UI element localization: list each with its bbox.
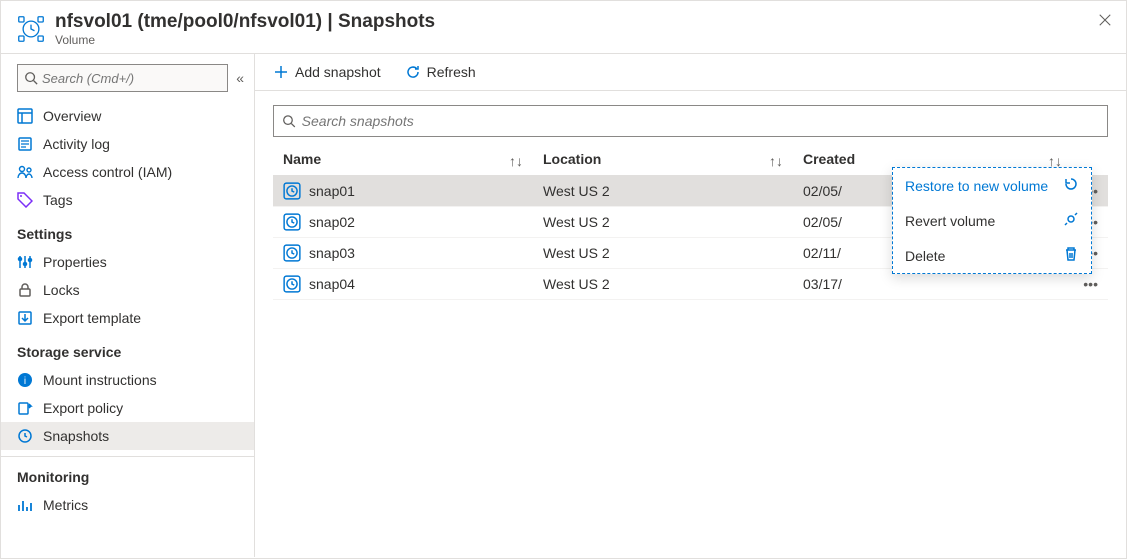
sort-icon: ↑↓ — [509, 153, 523, 169]
sidebar-item-metrics[interactable]: Metrics — [1, 491, 254, 519]
sidebar-item-label: Overview — [43, 108, 101, 124]
snapshot-name: snap02 — [309, 214, 355, 230]
snapshot-name: snap04 — [309, 276, 355, 292]
ctx-revert-volume[interactable]: Revert volume — [893, 203, 1091, 238]
snapshot-row-icon — [283, 182, 301, 200]
toolbar: Add snapshot Refresh — [255, 54, 1126, 91]
sidebar-group-monitoring: Monitoring — [1, 457, 254, 491]
page-title: nfsvol01 (tme/pool0/nfsvol01) | Snapshot… — [55, 11, 1110, 33]
sidebar-item-export-policy[interactable]: Export policy — [1, 394, 254, 422]
main-content: Add snapshot Refresh Name ↑↓ — [255, 54, 1126, 557]
metrics-icon — [17, 497, 33, 513]
sidebar-item-label: Properties — [43, 254, 107, 270]
sidebar-item-label: Export policy — [43, 400, 123, 416]
ctx-restore-to-new-volume[interactable]: Restore to new volume — [893, 168, 1091, 203]
add-snapshot-button[interactable]: Add snapshot — [273, 64, 381, 80]
delete-icon — [1063, 246, 1079, 265]
svg-text:i: i — [24, 376, 26, 387]
sidebar-item-label: Tags — [43, 192, 73, 208]
snapshots-icon — [17, 428, 33, 444]
refresh-button[interactable]: Refresh — [405, 64, 476, 80]
restore-icon — [1063, 176, 1079, 195]
snapshot-row-icon — [283, 275, 301, 293]
sidebar-search-input[interactable] — [42, 71, 221, 86]
snapshot-row-icon — [283, 244, 301, 262]
sidebar: « Overview Activity log Access control (… — [1, 54, 255, 557]
sidebar-item-properties[interactable]: Properties — [1, 248, 254, 276]
snapshot-row-icon — [283, 213, 301, 231]
context-menu: Restore to new volume Revert volume Dele… — [892, 167, 1092, 274]
export-policy-icon — [17, 400, 33, 416]
page-subtitle: Volume — [55, 33, 1110, 47]
snapshot-search-input[interactable] — [302, 113, 1099, 129]
snapshot-location: West US 2 — [533, 238, 793, 269]
ctx-delete[interactable]: Delete — [893, 238, 1091, 273]
sidebar-item-label: Activity log — [43, 136, 110, 152]
activity-log-icon — [17, 136, 33, 152]
properties-icon — [17, 254, 33, 270]
snapshot-name: snap01 — [309, 183, 355, 199]
sidebar-item-label: Metrics — [43, 497, 88, 513]
page-header: nfsvol01 (tme/pool0/nfsvol01) | Snapshot… — [1, 1, 1126, 54]
volume-snapshot-icon — [17, 15, 45, 43]
sidebar-item-overview[interactable]: Overview — [1, 102, 254, 130]
sidebar-item-label: Export template — [43, 310, 141, 326]
snapshot-search[interactable] — [273, 105, 1108, 137]
revert-icon — [1063, 211, 1079, 230]
sidebar-search[interactable] — [17, 64, 228, 92]
sort-icon: ↑↓ — [769, 153, 783, 169]
snapshot-name: snap03 — [309, 245, 355, 261]
sidebar-item-access-control[interactable]: Access control (IAM) — [1, 158, 254, 186]
info-icon: i — [17, 372, 33, 388]
col-header-location[interactable]: Location ↑↓ — [533, 143, 793, 176]
snapshot-location: West US 2 — [533, 207, 793, 238]
add-snapshot-label: Add snapshot — [295, 64, 381, 80]
collapse-sidebar-button[interactable]: « — [236, 70, 244, 86]
sidebar-item-export-template[interactable]: Export template — [1, 304, 254, 332]
sidebar-item-label: Mount instructions — [43, 372, 157, 388]
sidebar-item-tags[interactable]: Tags — [1, 186, 254, 214]
refresh-label: Refresh — [427, 64, 476, 80]
locks-icon — [17, 282, 33, 298]
sidebar-item-label: Access control (IAM) — [43, 164, 172, 180]
snapshot-location: West US 2 — [533, 176, 793, 207]
col-header-name[interactable]: Name ↑↓ — [273, 143, 533, 176]
iam-icon — [17, 164, 33, 180]
sidebar-item-locks[interactable]: Locks — [1, 276, 254, 304]
sidebar-item-activity-log[interactable]: Activity log — [1, 130, 254, 158]
sidebar-item-label: Locks — [43, 282, 80, 298]
snapshot-location: West US 2 — [533, 269, 793, 300]
close-button[interactable] — [1098, 13, 1112, 30]
sidebar-item-mount-instructions[interactable]: i Mount instructions — [1, 366, 254, 394]
sidebar-item-label: Snapshots — [43, 428, 109, 444]
sidebar-group-settings: Settings — [1, 214, 254, 248]
export-template-icon — [17, 310, 33, 326]
tags-icon — [17, 192, 33, 208]
overview-icon — [17, 108, 33, 124]
sidebar-group-storage: Storage service — [1, 332, 254, 366]
sidebar-item-snapshots[interactable]: Snapshots — [1, 422, 254, 450]
